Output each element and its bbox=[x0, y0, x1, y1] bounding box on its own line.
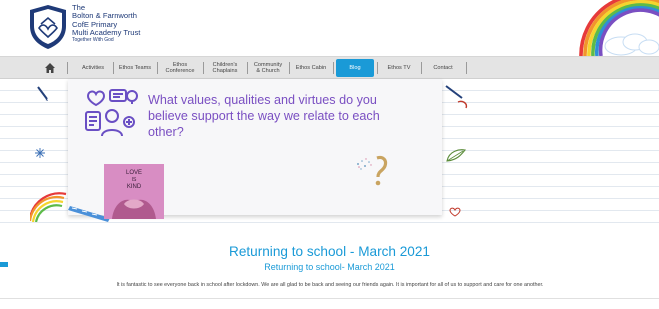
love-is-kind-image: LOVE IS KIND bbox=[104, 164, 164, 219]
article-title[interactable]: Returning to school - March 2021 bbox=[0, 244, 659, 259]
nav-divider bbox=[377, 62, 378, 74]
nav-item-ethos-teams[interactable]: Ethos Teams bbox=[115, 57, 155, 79]
love-card-line-2: IS bbox=[132, 177, 137, 183]
nav-item-blog[interactable]: Blog bbox=[336, 59, 374, 77]
nav-divider bbox=[466, 62, 467, 74]
love-card-line-3: KIND bbox=[127, 184, 142, 190]
love-card-line-1: LOVE bbox=[126, 170, 142, 176]
school-crest-icon[interactable] bbox=[28, 4, 68, 50]
main-navigation: Activities Ethos Teams Ethos Conference … bbox=[0, 56, 659, 79]
nav-divider bbox=[203, 62, 204, 74]
pen-doodle-icon bbox=[445, 85, 468, 109]
nav-item-ethos-tv[interactable]: Ethos TV bbox=[381, 57, 417, 79]
nav-divider bbox=[157, 62, 158, 74]
nav-divider bbox=[289, 62, 290, 74]
star-doodle-icon bbox=[35, 148, 45, 158]
rainbow-illustration bbox=[579, 0, 659, 56]
nav-item-contact[interactable]: Contact bbox=[423, 57, 463, 79]
question-mark-icon bbox=[357, 155, 388, 186]
nav-divider bbox=[67, 62, 68, 74]
pencil-doodle-icon bbox=[37, 86, 48, 101]
article-subtitle: Returning to school- March 2021 bbox=[264, 262, 395, 272]
divider bbox=[0, 298, 659, 299]
nav-item-ethos-conference[interactable]: Ethos Conference bbox=[159, 57, 201, 79]
site-header: The Bolton & Farnworth CofE Primary Mult… bbox=[0, 0, 659, 56]
nav-item-ethos-cabin[interactable]: Ethos Cabin bbox=[291, 57, 331, 79]
banner-question: What values, qualities and virtues do yo… bbox=[148, 93, 380, 139]
home-icon[interactable] bbox=[44, 62, 56, 74]
brand-tagline: Together With God bbox=[72, 37, 114, 44]
nav-item-activities[interactable]: Activities bbox=[75, 57, 111, 79]
leaf-doodle-icon bbox=[446, 149, 467, 162]
nav-item-childrens-chaplains[interactable]: Children's Chaplains bbox=[205, 57, 245, 79]
article-body: It is fantastic to see everyone back in … bbox=[116, 282, 544, 288]
nav-divider bbox=[247, 62, 248, 74]
brand-name[interactable]: The Bolton & Farnworth CofE Primary Mult… bbox=[72, 3, 141, 44]
people-ideas-icon bbox=[85, 89, 138, 137]
nav-divider bbox=[113, 62, 114, 74]
nav-item-community-church[interactable]: Community & Church bbox=[249, 57, 287, 79]
heart-doodle-icon bbox=[449, 207, 461, 217]
nav-divider bbox=[421, 62, 422, 74]
brand-line-4: Multi Academy Trust bbox=[72, 27, 141, 37]
nav-divider bbox=[333, 62, 334, 74]
